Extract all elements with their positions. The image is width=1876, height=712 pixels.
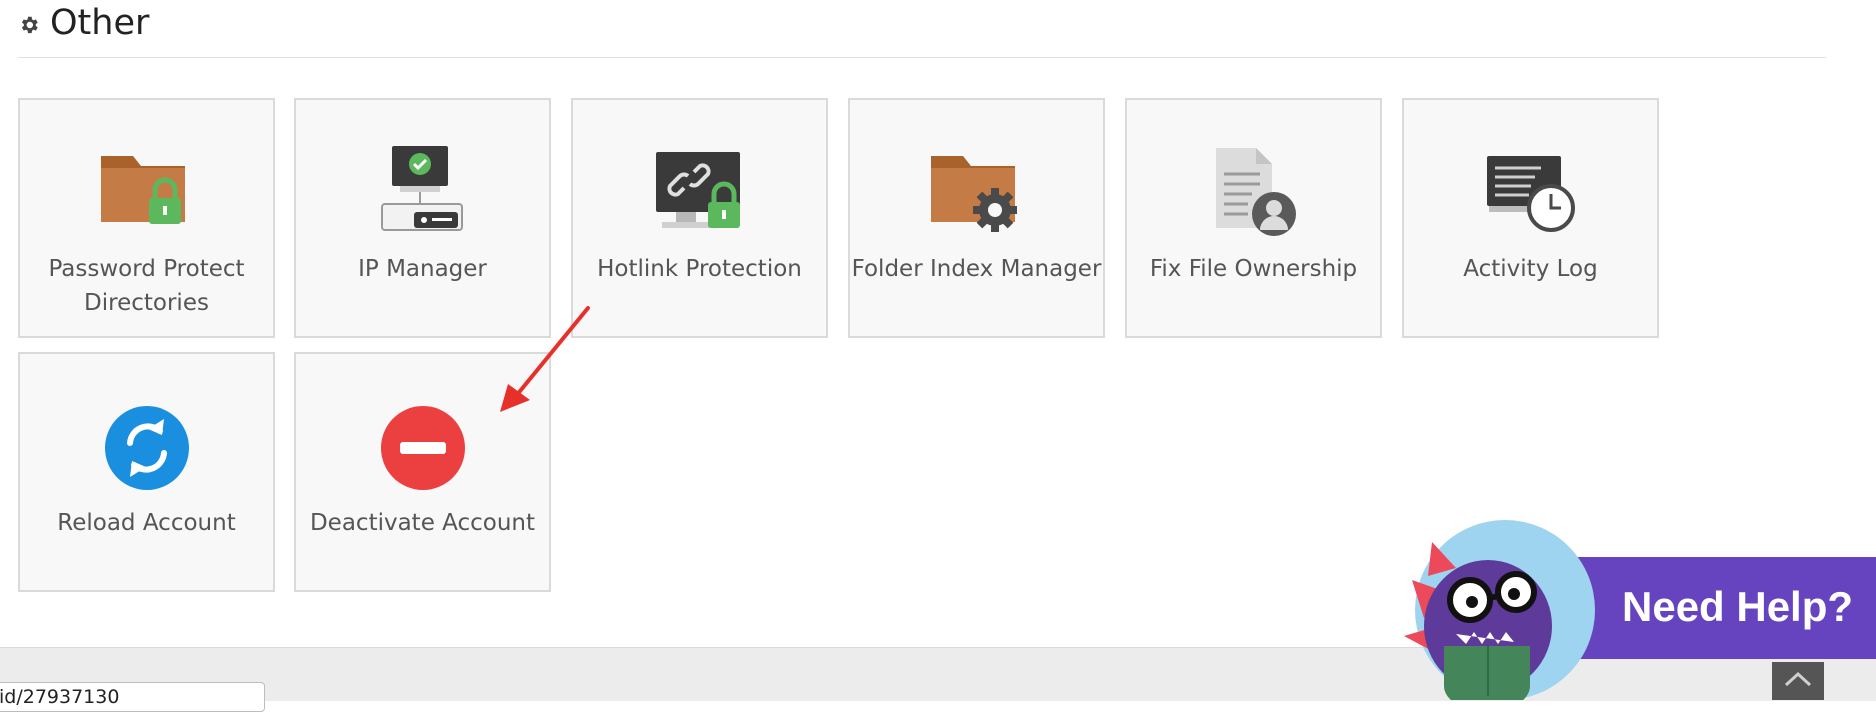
need-help-button[interactable]: Need Help? (1560, 557, 1876, 659)
section-header: Other (18, 0, 1826, 58)
folder-gear-icon (850, 138, 1103, 250)
file-user-icon (1127, 138, 1380, 250)
mascot-icon[interactable] (1398, 518, 1598, 700)
tile-password-protect-directories[interactable]: Password Protect Directories (18, 98, 275, 338)
scroll-top-button[interactable] (1772, 662, 1824, 700)
tile-label: Reload Account (57, 510, 236, 536)
tile-activity-log[interactable]: Activity Log (1402, 98, 1659, 338)
tile-label: Password Protect Directories (48, 256, 245, 316)
tile-label: Deactivate Account (309, 510, 536, 536)
folder-lock-icon (20, 138, 273, 250)
tile-label: IP Manager (358, 256, 487, 282)
ip-manager-icon (296, 138, 549, 250)
tile-fix-file-ownership[interactable]: Fix File Ownership (1125, 98, 1382, 338)
section-title: Other (50, 3, 150, 43)
tile-reload-account[interactable]: Reload Account (18, 352, 275, 592)
tile-label: Activity Log (1463, 256, 1598, 282)
tile-label: Folder Index Manager (851, 256, 1102, 282)
tile-folder-index-manager[interactable]: Folder Index Manager (848, 98, 1105, 338)
tile-hotlink-protection[interactable]: Hotlink Protection (571, 98, 828, 338)
tile-label: Fix File Ownership (1149, 256, 1358, 282)
tile-ip-manager[interactable]: IP Manager (294, 98, 551, 338)
gear-icon (21, 16, 38, 34)
tile-label: Hotlink Protection (597, 256, 802, 282)
tile-deactivate-account[interactable]: Deactivate Account (294, 352, 551, 592)
activity-log-icon (1404, 138, 1657, 250)
chevron-up-icon (1784, 671, 1812, 687)
minus-circle-icon (296, 392, 549, 504)
url-field[interactable]: id/27937130 (0, 682, 265, 712)
need-help-label: Need Help? (1622, 583, 1854, 630)
reload-icon (20, 392, 273, 504)
hotlink-protection-icon (573, 138, 826, 250)
